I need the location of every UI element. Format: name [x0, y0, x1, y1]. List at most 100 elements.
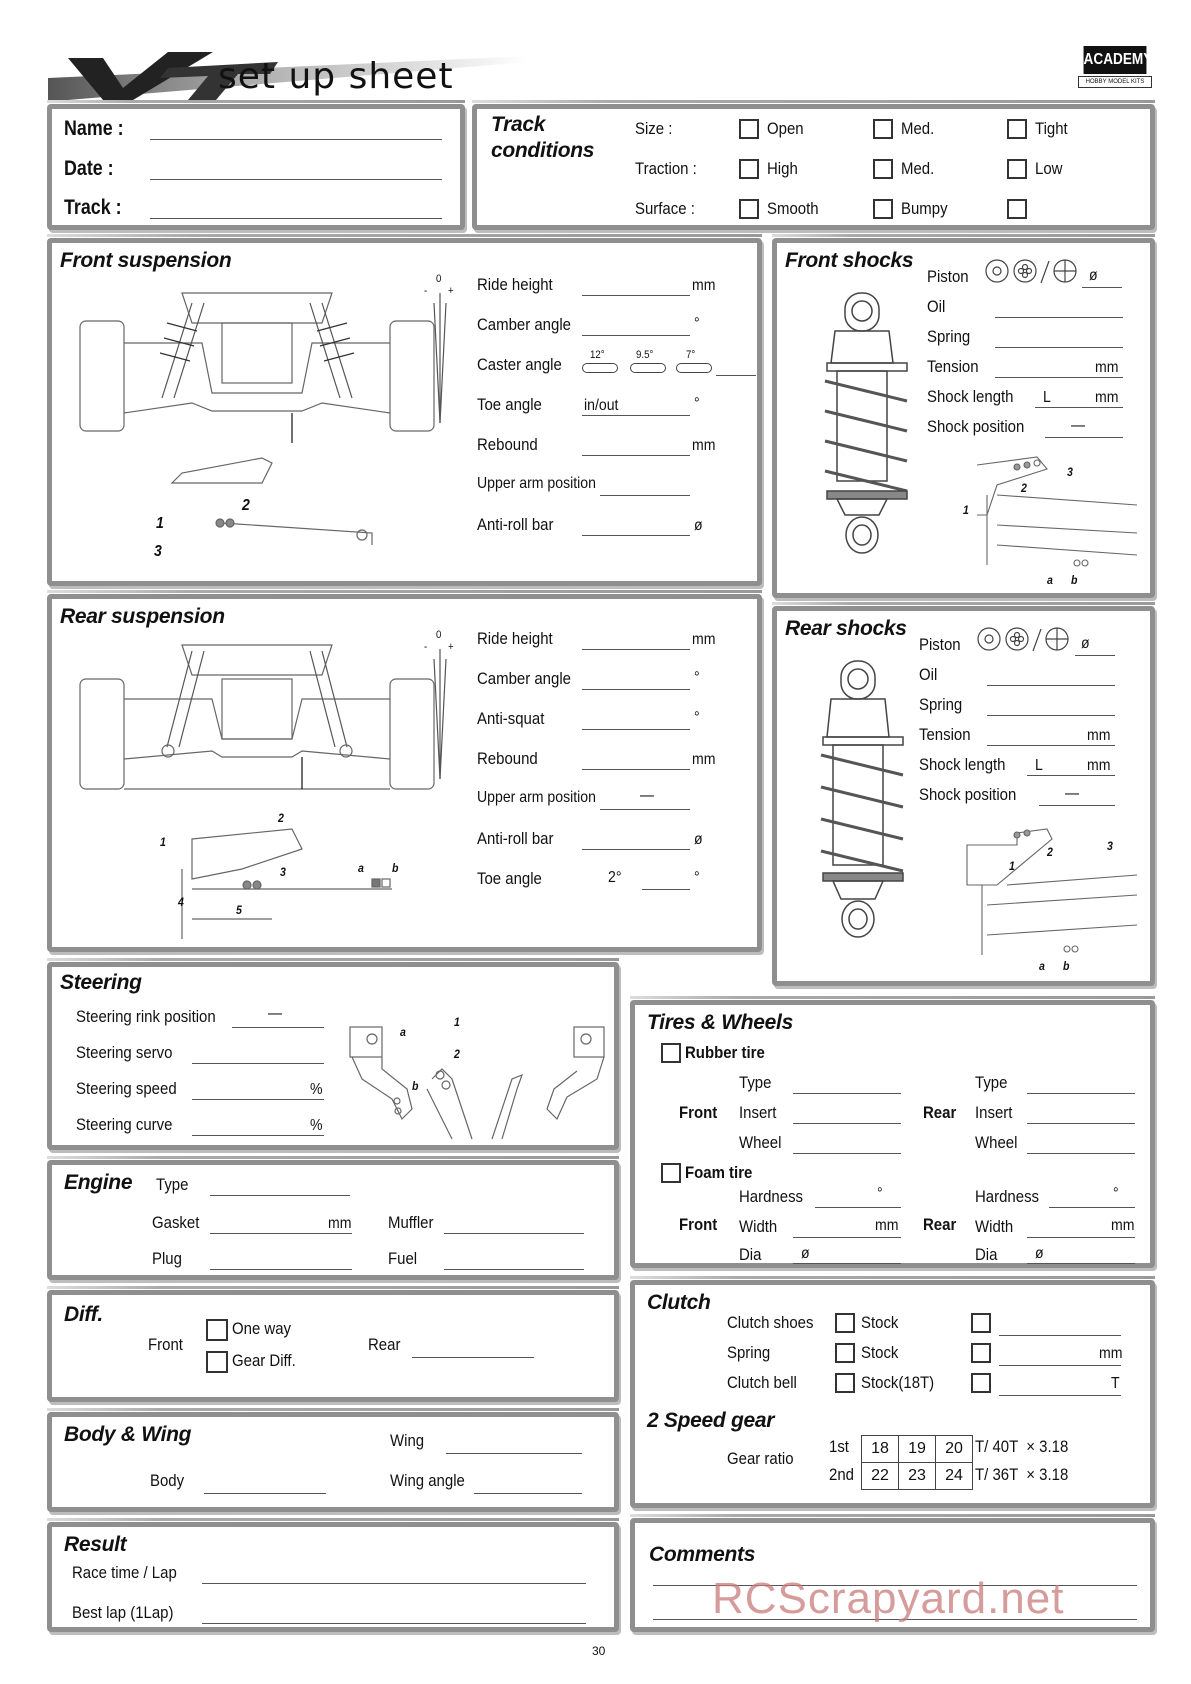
size-open-checkbox[interactable]: [739, 119, 759, 139]
traction-low-checkbox[interactable]: [1007, 159, 1027, 179]
front-rubber-wheel-field[interactable]: [793, 1153, 901, 1154]
caster-option-7[interactable]: 7°: [676, 349, 712, 375]
rear-foam-width-field[interactable]: [1027, 1237, 1135, 1238]
rear-rubber-wheel-field[interactable]: [1027, 1153, 1135, 1154]
track-field[interactable]: [150, 218, 442, 219]
foam-tire-checkbox[interactable]: [661, 1163, 681, 1183]
surface-smooth-checkbox[interactable]: [739, 199, 759, 219]
engine-plug-field[interactable]: [210, 1269, 352, 1270]
front-toe-field[interactable]: [582, 415, 690, 416]
rear-oil-field[interactable]: [987, 685, 1115, 686]
clutch-spring-stock-checkbox[interactable]: [835, 1343, 855, 1363]
size-med-checkbox[interactable]: [873, 119, 893, 139]
rear-camber-field[interactable]: [582, 689, 690, 690]
front-caster-field[interactable]: [716, 375, 756, 376]
surface-bumpy-checkbox[interactable]: [873, 199, 893, 219]
gear-option-23[interactable]: 23: [898, 1462, 936, 1490]
surface-other-checkbox[interactable]: [1007, 199, 1027, 219]
gear-option-22[interactable]: 22: [861, 1462, 899, 1490]
name-field[interactable]: [150, 139, 442, 140]
clutch-spring-field[interactable]: [999, 1365, 1121, 1366]
rear-upper-arm-field[interactable]: [600, 809, 690, 810]
front-anti-roll-field[interactable]: [582, 535, 690, 536]
body-field[interactable]: [204, 1493, 326, 1494]
engine-fuel-field[interactable]: [444, 1269, 584, 1270]
rear-tension-field[interactable]: [987, 745, 1115, 746]
tires-front-label-2: Front: [679, 1215, 718, 1234]
rubber-tire-checkbox[interactable]: [661, 1043, 681, 1063]
rear-piston-field[interactable]: [1075, 655, 1115, 656]
traction-low-label: Low: [1035, 159, 1063, 178]
front-ride-height-field[interactable]: [582, 295, 690, 296]
rear-shock-position-field[interactable]: [1039, 805, 1115, 806]
steering-servo-label: Steering servo: [76, 1043, 173, 1062]
diff-one-way-checkbox[interactable]: [206, 1319, 228, 1341]
rear-toe-field[interactable]: [642, 889, 690, 890]
clutch-spring-other-checkbox[interactable]: [971, 1343, 991, 1363]
tires-rear-label-2: Rear: [923, 1215, 957, 1234]
front-rebound-field[interactable]: [582, 455, 690, 456]
track-conditions-title-2: conditions: [491, 139, 595, 162]
diff-gear-diff-checkbox[interactable]: [206, 1351, 228, 1373]
front-foam-hardness-field[interactable]: [815, 1207, 901, 1208]
traction-med-checkbox[interactable]: [873, 159, 893, 179]
engine-muffler-field[interactable]: [444, 1233, 584, 1234]
front-camber-field[interactable]: [582, 335, 690, 336]
clutch-bell-stock-checkbox[interactable]: [835, 1373, 855, 1393]
clutch-bell-other-checkbox[interactable]: [971, 1373, 991, 1393]
rear-rubber-type-field[interactable]: [1027, 1093, 1135, 1094]
steering-speed-field[interactable]: [192, 1099, 324, 1100]
front-foam-width-field[interactable]: [793, 1237, 901, 1238]
front-piston-field[interactable]: [1082, 287, 1122, 288]
clutch-shoes-other-checkbox[interactable]: [971, 1313, 991, 1333]
rear-foam-hardness-field[interactable]: [1049, 1207, 1135, 1208]
clutch-bell-field[interactable]: [999, 1395, 1121, 1396]
front-suspension-diagram: [79, 292, 435, 545]
clutch-shoes-stock-checkbox[interactable]: [835, 1313, 855, 1333]
gear-option-20[interactable]: 20: [935, 1435, 973, 1463]
engine-gasket-field[interactable]: [210, 1233, 352, 1234]
steering-section: Steering Steering rink position — Steeri…: [47, 958, 619, 1150]
front-oil-field[interactable]: [995, 317, 1123, 318]
rear-shock-position-label: Shock position: [919, 785, 1017, 804]
rear-shock-length-label: Shock length: [919, 755, 1006, 774]
front-upper-arm-label: Upper arm position: [477, 475, 596, 492]
rear-anti-squat-field[interactable]: [582, 729, 690, 730]
front-tension-field[interactable]: [995, 377, 1123, 378]
rear-anti-roll-field[interactable]: [582, 849, 690, 850]
rear-foam-hardness-label: Hardness: [975, 1187, 1040, 1206]
gear-option-19[interactable]: 19: [898, 1435, 936, 1463]
caster-option-9-5[interactable]: 9.5°: [630, 349, 666, 375]
gear-option-18[interactable]: 18: [861, 1435, 899, 1463]
steering-servo-field[interactable]: [192, 1063, 324, 1064]
best-lap-field[interactable]: [202, 1623, 586, 1624]
size-tight-checkbox[interactable]: [1007, 119, 1027, 139]
rear-rebound-field[interactable]: [582, 769, 690, 770]
traction-high-checkbox[interactable]: [739, 159, 759, 179]
front-upper-arm-field[interactable]: [600, 495, 690, 496]
race-time-field[interactable]: [202, 1583, 586, 1584]
diff-rear-field[interactable]: [412, 1357, 534, 1358]
engine-type-field[interactable]: [210, 1195, 350, 1196]
rear-ride-height-field[interactable]: [582, 649, 690, 650]
steering-rink-field[interactable]: [232, 1027, 324, 1028]
gear-option-24[interactable]: 24: [935, 1462, 973, 1490]
front-foam-dia-field[interactable]: [793, 1263, 901, 1264]
front-shock-length-field[interactable]: [1035, 407, 1123, 408]
rear-foam-dia-field[interactable]: [1027, 1263, 1135, 1264]
wing-angle-field[interactable]: [474, 1493, 582, 1494]
front-rubber-insert-field[interactable]: [793, 1123, 901, 1124]
front-shock-position-field[interactable]: [1045, 437, 1123, 438]
clutch-shoes-field[interactable]: [999, 1335, 1121, 1336]
rear-camber-gauge-icon: [433, 649, 447, 780]
rear-shock-length-field[interactable]: [1027, 775, 1115, 776]
date-field[interactable]: [150, 179, 442, 180]
caster-option-12[interactable]: 12°: [582, 349, 618, 375]
steering-curve-field[interactable]: [192, 1135, 324, 1136]
rear-rubber-insert-field[interactable]: [1027, 1123, 1135, 1124]
wing-field[interactable]: [446, 1453, 582, 1454]
front-rubber-type-field[interactable]: [793, 1093, 901, 1094]
rear-upper-arm-value: —: [640, 787, 655, 804]
front-spring-field[interactable]: [995, 347, 1123, 348]
rear-spring-field[interactable]: [987, 715, 1115, 716]
